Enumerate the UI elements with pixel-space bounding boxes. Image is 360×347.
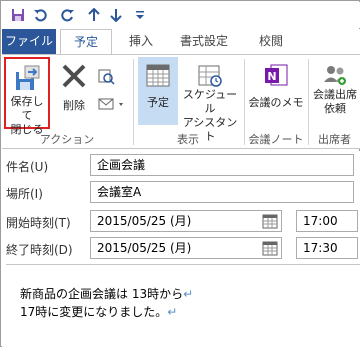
- invite-label-1: 会議出席: [313, 88, 357, 101]
- up-arrow-icon[interactable]: [84, 5, 104, 25]
- end-date-input[interactable]: 2015/05/25 (月): [90, 237, 282, 259]
- invite-attendees-button[interactable]: 会議出席 依頼: [310, 57, 360, 125]
- reply-dropdown-button[interactable]: [96, 95, 128, 115]
- quick-access-toolbar: [2, 2, 360, 28]
- forward-icon[interactable]: [96, 67, 116, 87]
- tab-review[interactable]: 校閲: [246, 29, 296, 54]
- scheduling-label-1: スケジュール: [182, 88, 238, 115]
- end-calendar-icon[interactable]: [260, 238, 280, 258]
- ribbon: 保存して 閉じる 削除 アクション 予定 スケジュール アシスタント 表示 N …: [2, 54, 360, 149]
- paragraph-mark: ↵: [167, 305, 178, 319]
- meeting-notes-label: 会議のメモ: [248, 96, 304, 109]
- scheduling-icon: [197, 62, 223, 88]
- subject-input[interactable]: 企画会議: [90, 154, 354, 176]
- notes-group-label: 会議ノート: [248, 133, 304, 146]
- redo-icon[interactable]: [58, 5, 78, 25]
- ribbon-tabs: ファイル 予定 挿入 書式設定 校閲: [2, 29, 360, 55]
- divider: [244, 59, 245, 145]
- calendar-grid-icon: [145, 62, 171, 88]
- message-body[interactable]: 新商品の企画会議は 13時から↵ 17時に変更になりました。↵: [6, 264, 360, 346]
- save-close-icon: [13, 64, 41, 92]
- subject-label: 件名(U): [6, 160, 49, 174]
- start-time-input[interactable]: 17:00: [296, 210, 358, 232]
- onenote-icon: N: [263, 62, 289, 88]
- undo-icon[interactable]: [30, 5, 50, 25]
- body-text: 新商品の企画会議は 13時から↵ 17時に変更になりました。↵: [20, 285, 193, 321]
- body-line-1: 新商品の企画会議は 13時から: [20, 287, 184, 301]
- delete-label: 削除: [63, 99, 85, 112]
- invite-label-2: 依頼: [324, 102, 346, 115]
- appointment-form: 件名(U) 企画会議 場所(I) 会議室A 開始時刻(T) 2015/05/25…: [2, 151, 360, 347]
- save-and-close-button[interactable]: 保存して 閉じる: [4, 57, 50, 136]
- delete-x-icon: [61, 63, 87, 89]
- scheduling-assistant-button[interactable]: スケジュール アシスタント: [178, 57, 242, 143]
- show-group-label: 表示: [177, 133, 199, 146]
- tab-appointment[interactable]: 予定: [60, 29, 112, 55]
- save-close-label-1: 保存して: [10, 95, 44, 122]
- tab-insert[interactable]: 挿入: [118, 29, 164, 54]
- end-time-label: 終了時刻(D): [6, 243, 73, 257]
- actions-group-label: アクション: [39, 133, 95, 146]
- outlook-appointment-window: ファイル 予定 挿入 書式設定 校閲 保存して 閉じる 削除 アクション 予定 …: [0, 0, 360, 347]
- delete-button[interactable]: 削除: [56, 57, 92, 129]
- start-date-input[interactable]: 2015/05/25 (月): [90, 210, 282, 232]
- tab-file[interactable]: ファイル: [2, 29, 56, 54]
- down-arrow-icon[interactable]: [106, 5, 126, 25]
- svg-text:N: N: [267, 70, 276, 83]
- appointment-view-button[interactable]: 予定: [138, 57, 178, 125]
- start-time-label: 開始時刻(T): [6, 216, 71, 230]
- customize-icon[interactable]: [130, 5, 150, 25]
- meeting-notes-button[interactable]: N 会議のメモ: [246, 57, 306, 125]
- attendees-icon: [322, 62, 348, 88]
- divider: [308, 59, 309, 145]
- location-input[interactable]: 会議室A: [90, 181, 354, 203]
- end-time-input[interactable]: 17:30: [296, 237, 358, 259]
- attendees-group-label: 出席者: [318, 133, 351, 146]
- save-icon[interactable]: [8, 5, 28, 25]
- tab-format[interactable]: 書式設定: [168, 29, 240, 54]
- appointment-label: 予定: [147, 96, 169, 109]
- location-label: 場所(I): [6, 187, 43, 201]
- line-break-mark: ↵: [183, 287, 194, 301]
- start-calendar-icon[interactable]: [260, 211, 280, 231]
- body-line-2: 17時に変更になりました。: [20, 305, 168, 319]
